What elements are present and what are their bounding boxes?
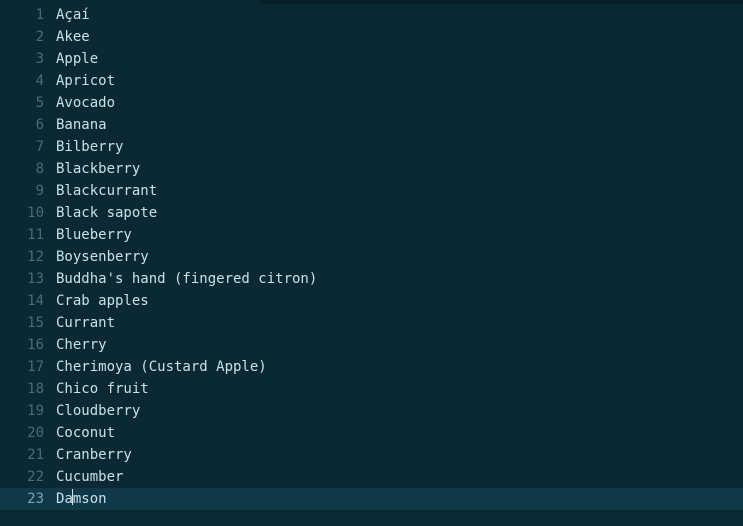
line-number: 1 [0, 4, 52, 26]
editor-line[interactable]: 10Black sapote [0, 202, 743, 224]
line-content[interactable]: Black sapote [52, 202, 743, 224]
line-content[interactable]: Apricot [52, 70, 743, 92]
line-number: 8 [0, 158, 52, 180]
editor-line[interactable]: 6Banana [0, 114, 743, 136]
line-number: 9 [0, 180, 52, 202]
line-content[interactable]: Chico fruit [52, 378, 743, 400]
line-number: 18 [0, 378, 52, 400]
editor-line[interactable]: 5Avocado [0, 92, 743, 114]
line-content[interactable]: Açaí [52, 4, 743, 26]
line-number: 17 [0, 356, 52, 378]
line-content[interactable]: Boysenberry [52, 246, 743, 268]
line-number: 7 [0, 136, 52, 158]
line-number: 13 [0, 268, 52, 290]
editor-line[interactable]: 1Açaí [0, 4, 743, 26]
editor-line[interactable]: 7Bilberry [0, 136, 743, 158]
line-content[interactable]: Buddha's hand (fingered citron) [52, 268, 743, 290]
line-number: 2 [0, 26, 52, 48]
line-content[interactable]: Banana [52, 114, 743, 136]
editor-line[interactable]: 19Cloudberry [0, 400, 743, 422]
line-number: 15 [0, 312, 52, 334]
line-content[interactable]: Akee [52, 26, 743, 48]
line-content[interactable]: Blueberry [52, 224, 743, 246]
line-content[interactable]: Cranberry [52, 444, 743, 466]
editor-line[interactable]: 2Akee [0, 26, 743, 48]
line-content[interactable]: Cherry [52, 334, 743, 356]
line-number: 22 [0, 466, 52, 488]
line-number: 12 [0, 246, 52, 268]
line-number: 4 [0, 70, 52, 92]
editor-line[interactable]: 16Cherry [0, 334, 743, 356]
line-number: 14 [0, 290, 52, 312]
line-content[interactable]: Blackberry [52, 158, 743, 180]
line-number: 6 [0, 114, 52, 136]
text-cursor [72, 489, 73, 505]
editor-line[interactable]: 3Apple [0, 48, 743, 70]
line-content[interactable]: Apple [52, 48, 743, 70]
line-number: 16 [0, 334, 52, 356]
line-number: 19 [0, 400, 52, 422]
line-content[interactable]: Blackcurrant [52, 180, 743, 202]
editor-line[interactable]: 15Currant [0, 312, 743, 334]
editor-line[interactable]: 4Apricot [0, 70, 743, 92]
editor-line[interactable]: 11Blueberry [0, 224, 743, 246]
line-number: 3 [0, 48, 52, 70]
line-number: 11 [0, 224, 52, 246]
line-content[interactable]: Cucumber [52, 466, 743, 488]
line-number: 10 [0, 202, 52, 224]
editor-line[interactable]: 18Chico fruit [0, 378, 743, 400]
line-content[interactable]: Cherimoya (Custard Apple) [52, 356, 743, 378]
line-number: 20 [0, 422, 52, 444]
editor-line[interactable]: 8Blackberry [0, 158, 743, 180]
editor-line[interactable]: 20Coconut [0, 422, 743, 444]
status-bar [0, 512, 743, 526]
line-content[interactable]: Avocado [52, 92, 743, 114]
editor-line[interactable]: 14Crab apples [0, 290, 743, 312]
line-content[interactable]: Crab apples [52, 290, 743, 312]
editor-line[interactable]: 12Boysenberry [0, 246, 743, 268]
editor-line[interactable]: 22Cucumber [0, 466, 743, 488]
line-content[interactable]: Bilberry [52, 136, 743, 158]
editor-line[interactable]: 9Blackcurrant [0, 180, 743, 202]
line-content[interactable]: Cloudberry [52, 400, 743, 422]
line-number: 21 [0, 444, 52, 466]
editor-line[interactable]: 21Cranberry [0, 444, 743, 466]
line-content[interactable]: Damson [52, 488, 743, 510]
line-number: 5 [0, 92, 52, 114]
line-content[interactable]: Currant [52, 312, 743, 334]
editor-line[interactable]: 13Buddha's hand (fingered citron) [0, 268, 743, 290]
line-number: 23 [0, 488, 52, 510]
editor-line[interactable]: 17Cherimoya (Custard Apple) [0, 356, 743, 378]
text-editor[interactable]: 1Açaí2Akee3Apple4Apricot5Avocado6Banana7… [0, 4, 743, 526]
line-content[interactable]: Coconut [52, 422, 743, 444]
editor-line[interactable]: 23Damson [0, 488, 743, 510]
